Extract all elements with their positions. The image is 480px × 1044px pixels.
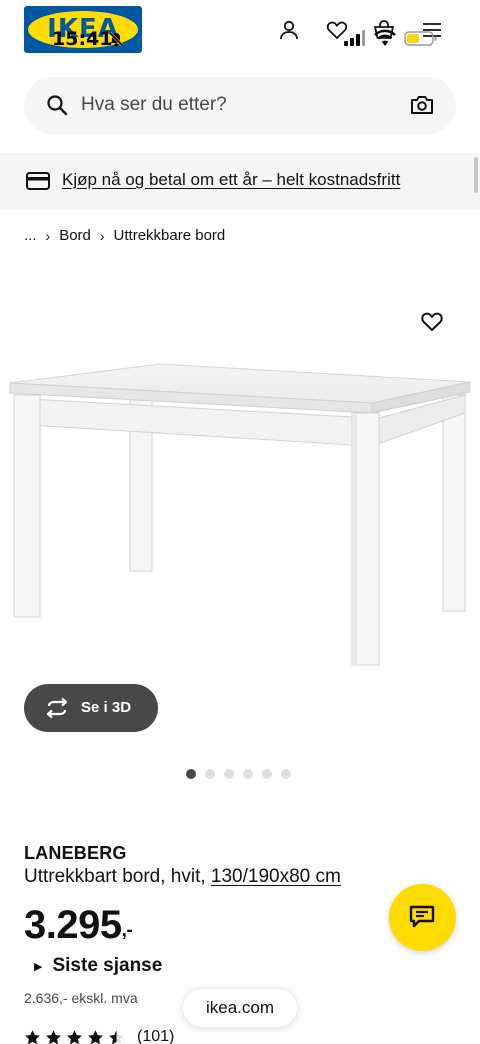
- rating-stars: [24, 1029, 129, 1044]
- gallery-dot[interactable]: [281, 769, 291, 779]
- search-input[interactable]: [81, 92, 381, 118]
- star-icon: [67, 1029, 82, 1044]
- chevron-right-icon: ›: [99, 227, 105, 244]
- product-price: 3.295,-: [24, 903, 133, 948]
- bell-off-icon: [108, 31, 124, 47]
- gallery-dot[interactable]: [243, 769, 253, 779]
- chevron-right-icon: ›: [45, 227, 51, 244]
- product-rating[interactable]: (101): [24, 1027, 174, 1044]
- gallery-dot[interactable]: [186, 769, 196, 779]
- gallery-dot[interactable]: [205, 769, 215, 779]
- price-suffix: ,-: [121, 920, 133, 941]
- gallery-dot[interactable]: [224, 769, 234, 779]
- favourite-heart-icon[interactable]: [420, 310, 444, 332]
- credit-card-icon: [26, 172, 50, 190]
- camera-icon[interactable]: [410, 94, 434, 116]
- rating-count: (101): [137, 1028, 175, 1044]
- star-icon: [88, 1029, 103, 1044]
- status-time: 15:41: [52, 28, 113, 50]
- caret-right-icon: ▶: [34, 960, 43, 973]
- product-description-text: Uttrekkbart bord, hvit,: [24, 866, 206, 887]
- product-description: Uttrekkbart bord, hvit, 130/190x80 cm: [24, 866, 341, 888]
- promo-banner: Kjøp nå og betal om ett år – helt kostna…: [0, 153, 480, 210]
- view-3d-label: Se i 3D: [81, 699, 132, 716]
- star-icon: [46, 1029, 61, 1044]
- battery-icon: [404, 31, 437, 46]
- scrollbar[interactable]: [474, 157, 478, 193]
- product-image-table[interactable]: [0, 355, 480, 675]
- user-icon[interactable]: [277, 18, 301, 42]
- last-chance-label: Siste sjanse: [52, 955, 163, 976]
- price-value: 3.295: [24, 903, 122, 947]
- breadcrumb-ellipsis[interactable]: ...: [24, 227, 37, 244]
- view-3d-button[interactable]: Se i 3D: [24, 684, 158, 732]
- gallery-pagination: [186, 769, 291, 779]
- breadcrumb: ... › Bord › Uttrekkbare bord: [24, 227, 225, 244]
- signal-icon: [344, 30, 365, 46]
- search-icon[interactable]: [46, 94, 68, 116]
- star-icon: [25, 1029, 40, 1044]
- wifi-icon: [374, 29, 396, 46]
- product-gallery: Se i 3D: [0, 270, 480, 779]
- rotate-3d-icon: [46, 697, 68, 719]
- star-icon: [109, 1029, 124, 1044]
- browser-url-pill[interactable]: ikea.com: [183, 989, 297, 1027]
- chat-button[interactable]: [389, 884, 456, 951]
- product-name: LANEBERG: [24, 843, 127, 863]
- breadcrumb-item-bord[interactable]: Bord: [59, 227, 91, 244]
- chat-icon: [409, 905, 435, 928]
- last-chance-toggle[interactable]: ▶ Siste sjanse: [24, 955, 162, 977]
- breadcrumb-item-uttrekkbare-bord[interactable]: Uttrekkbare bord: [114, 227, 226, 244]
- gallery-dot[interactable]: [262, 769, 272, 779]
- search-bar[interactable]: [24, 77, 456, 134]
- promo-link[interactable]: Kjøp nå og betal om ett år – helt kostna…: [62, 170, 400, 190]
- header: IKEA 15:41: [0, 0, 480, 70]
- price-ex-vat: 2.636,- ekskl. mva: [24, 990, 138, 1006]
- product-dimensions-link[interactable]: 130/190x80 cm: [211, 866, 341, 887]
